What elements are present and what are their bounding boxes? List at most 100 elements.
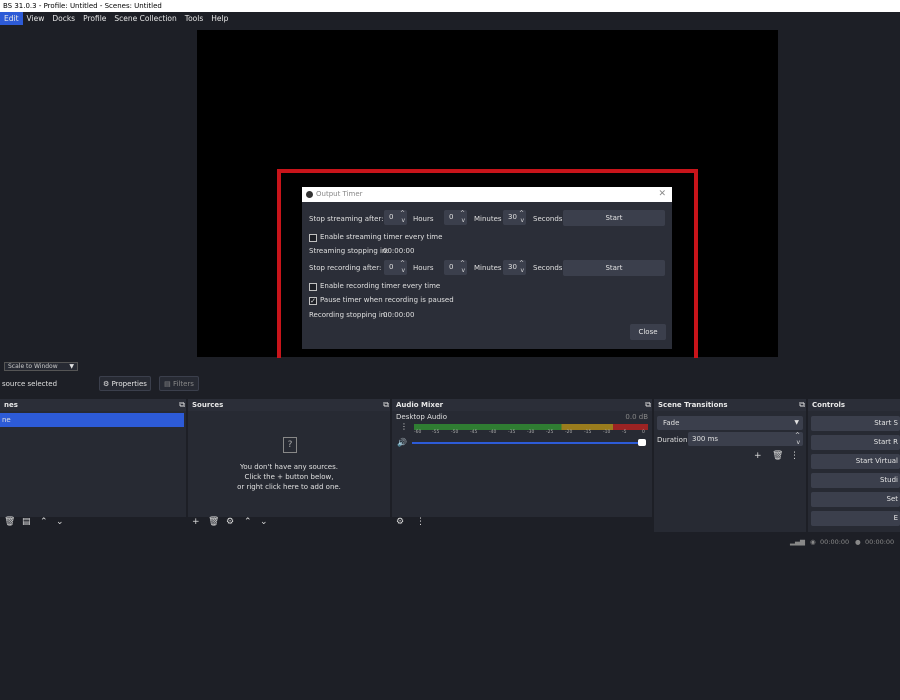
scale-dropdown[interactable]: Scale to Window ▼	[4, 362, 78, 371]
controls-dock: Controls Start S Start R Start Virtual S…	[808, 399, 900, 532]
spin-down-icon[interactable]: v	[401, 268, 405, 274]
enable-record-checkbox[interactable]	[309, 283, 317, 291]
scenes-dock: nes ⧉ ne 🗑 ▤ ⌃ ⌄	[0, 399, 186, 532]
spin-down-icon[interactable]: v	[520, 268, 524, 274]
sources-title: Sources	[188, 399, 390, 411]
spin-down-icon[interactable]: v	[461, 218, 465, 224]
chevron-down-icon[interactable]: ⌄	[260, 517, 268, 527]
gear-icon[interactable]: ⚙	[226, 517, 234, 527]
menu-view[interactable]: View	[23, 12, 49, 25]
stream-minutes-value: 0	[449, 213, 454, 221]
spin-down-icon[interactable]: v	[461, 268, 465, 274]
volume-slider[interactable]	[412, 442, 646, 444]
controls-body: Start S Start R Start Virtual Studi Set …	[808, 411, 900, 532]
duration-input[interactable]: 300 ms ^ v	[688, 432, 803, 446]
tick-label: -5	[622, 430, 627, 435]
scenes-title: nes	[0, 399, 186, 411]
speaker-icon[interactable]: 🔊	[397, 438, 407, 447]
menu-edit[interactable]: Edit	[0, 12, 23, 25]
tick-label: -15	[584, 430, 592, 435]
stream-minutes-spinner[interactable]: 0 ^ v	[444, 210, 467, 225]
record-hours-value: 0	[389, 263, 394, 271]
undock-icon[interactable]: ⧉	[645, 400, 651, 410]
settings-button[interactable]: Set	[811, 492, 900, 507]
chevron-up-icon[interactable]: ⌃	[244, 517, 252, 527]
spin-up-icon[interactable]: ^	[795, 432, 800, 439]
record-minutes-spinner[interactable]: 0 ^ v	[444, 260, 467, 275]
properties-button[interactable]: ⚙ Properties	[99, 376, 151, 391]
tick-label: -45	[470, 430, 478, 435]
tick-label: -60	[414, 430, 422, 435]
filter-icon[interactable]: ▤	[22, 517, 31, 527]
volume-slider-handle[interactable]	[638, 439, 646, 446]
enable-stream-checkbox[interactable]	[309, 234, 317, 242]
undock-icon[interactable]: ⧉	[179, 400, 185, 410]
record-hours-spinner[interactable]: 0 ^ v	[384, 260, 407, 275]
stream-start-button[interactable]: Start	[563, 210, 665, 226]
preview-left-margin	[0, 25, 197, 358]
preview-right-margin	[778, 25, 900, 358]
no-source-label: source selected	[2, 380, 58, 388]
transition-select[interactable]: Fade ▼	[657, 416, 803, 430]
spin-down-icon[interactable]: v	[401, 218, 405, 224]
menu-scene-collection[interactable]: Scene Collection	[110, 12, 180, 25]
menu-profile[interactable]: Profile	[79, 12, 110, 25]
exit-button[interactable]: E	[811, 511, 900, 526]
menu-dots-icon[interactable]: ⋮	[790, 451, 799, 461]
hours-label: Hours	[413, 264, 434, 272]
spin-down-icon[interactable]: v	[520, 218, 524, 224]
chevron-down-icon: ▼	[794, 419, 799, 426]
undock-icon[interactable]: ⧉	[383, 400, 389, 410]
seconds-label: Seconds	[533, 264, 563, 272]
minutes-label: Minutes	[474, 215, 502, 223]
start-streaming-button[interactable]: Start S	[811, 416, 900, 431]
stream-seconds-value: 30	[508, 213, 517, 221]
start-recording-button[interactable]: Start R	[811, 435, 900, 450]
add-icon[interactable]: +	[192, 517, 200, 527]
studio-mode-button[interactable]: Studi	[811, 473, 900, 488]
record-seconds-value: 30	[508, 263, 517, 271]
menu-help[interactable]: Help	[207, 12, 232, 25]
sources-dock: Sources ⧉ ? You don't have any sources. …	[188, 399, 390, 532]
menu-docks[interactable]: Docks	[48, 12, 79, 25]
add-icon[interactable]: +	[754, 451, 762, 461]
scene-item[interactable]: ne	[0, 413, 184, 427]
menu-dots-icon[interactable]: ⋮	[416, 517, 425, 527]
start-virtual-camera-button[interactable]: Start Virtual	[811, 454, 900, 469]
trash-icon[interactable]: 🗑	[208, 517, 219, 527]
menu-dots-icon[interactable]: ⋮	[400, 422, 408, 431]
close-button[interactable]: Close	[630, 324, 666, 340]
properties-label: Properties	[111, 380, 147, 388]
record-stopping-time: 00:00:00	[383, 311, 415, 319]
trash-icon[interactable]: 🗑	[4, 517, 15, 527]
trash-icon[interactable]: 🗑	[772, 451, 783, 461]
sources-empty-3: or right click here to add one.	[237, 483, 341, 491]
tick-label: -55	[432, 430, 440, 435]
record-seconds-spinner[interactable]: 30 ^ v	[503, 260, 526, 275]
tick-label: -35	[508, 430, 516, 435]
record-start-button[interactable]: Start	[563, 260, 665, 276]
tick-label: -25	[546, 430, 554, 435]
close-icon[interactable]: ✕	[658, 187, 666, 202]
menu-tools[interactable]: Tools	[181, 12, 207, 25]
filters-label: Filters	[172, 380, 194, 388]
network-bars-icon: ▂▄▆	[790, 538, 805, 546]
sources-list[interactable]: ? You don't have any sources. Click the …	[188, 411, 390, 517]
scenes-list[interactable]: ne	[0, 411, 186, 517]
duration-value: 300 ms	[692, 435, 719, 443]
pause-timer-checkbox[interactable]: ✓	[309, 297, 317, 305]
undock-icon[interactable]: ⧉	[799, 400, 805, 410]
mixer-body: Desktop Audio 0.0 dB ⋮ -60 -55 -50 -45 -…	[392, 411, 652, 517]
chevron-up-icon[interactable]: ⌃	[40, 517, 48, 527]
gear-icon[interactable]: ⚙	[396, 517, 404, 527]
filters-button[interactable]: ▤ Filters	[159, 376, 199, 391]
stream-hours-spinner[interactable]: 0 ^ v	[384, 210, 407, 225]
stream-hours-value: 0	[389, 213, 394, 221]
audio-mixer-title: Audio Mixer	[392, 399, 652, 411]
chevron-down-icon[interactable]: ⌄	[56, 517, 64, 527]
pause-timer-label: Pause timer when recording is paused	[320, 296, 454, 304]
spin-down-icon[interactable]: v	[796, 439, 800, 446]
enable-record-label: Enable recording timer every time	[320, 282, 441, 290]
stream-seconds-spinner[interactable]: 30 ^ v	[503, 210, 526, 225]
scene-transitions-dock: Scene Transitions ⧉ Fade ▼ Duration 300 …	[654, 399, 806, 532]
